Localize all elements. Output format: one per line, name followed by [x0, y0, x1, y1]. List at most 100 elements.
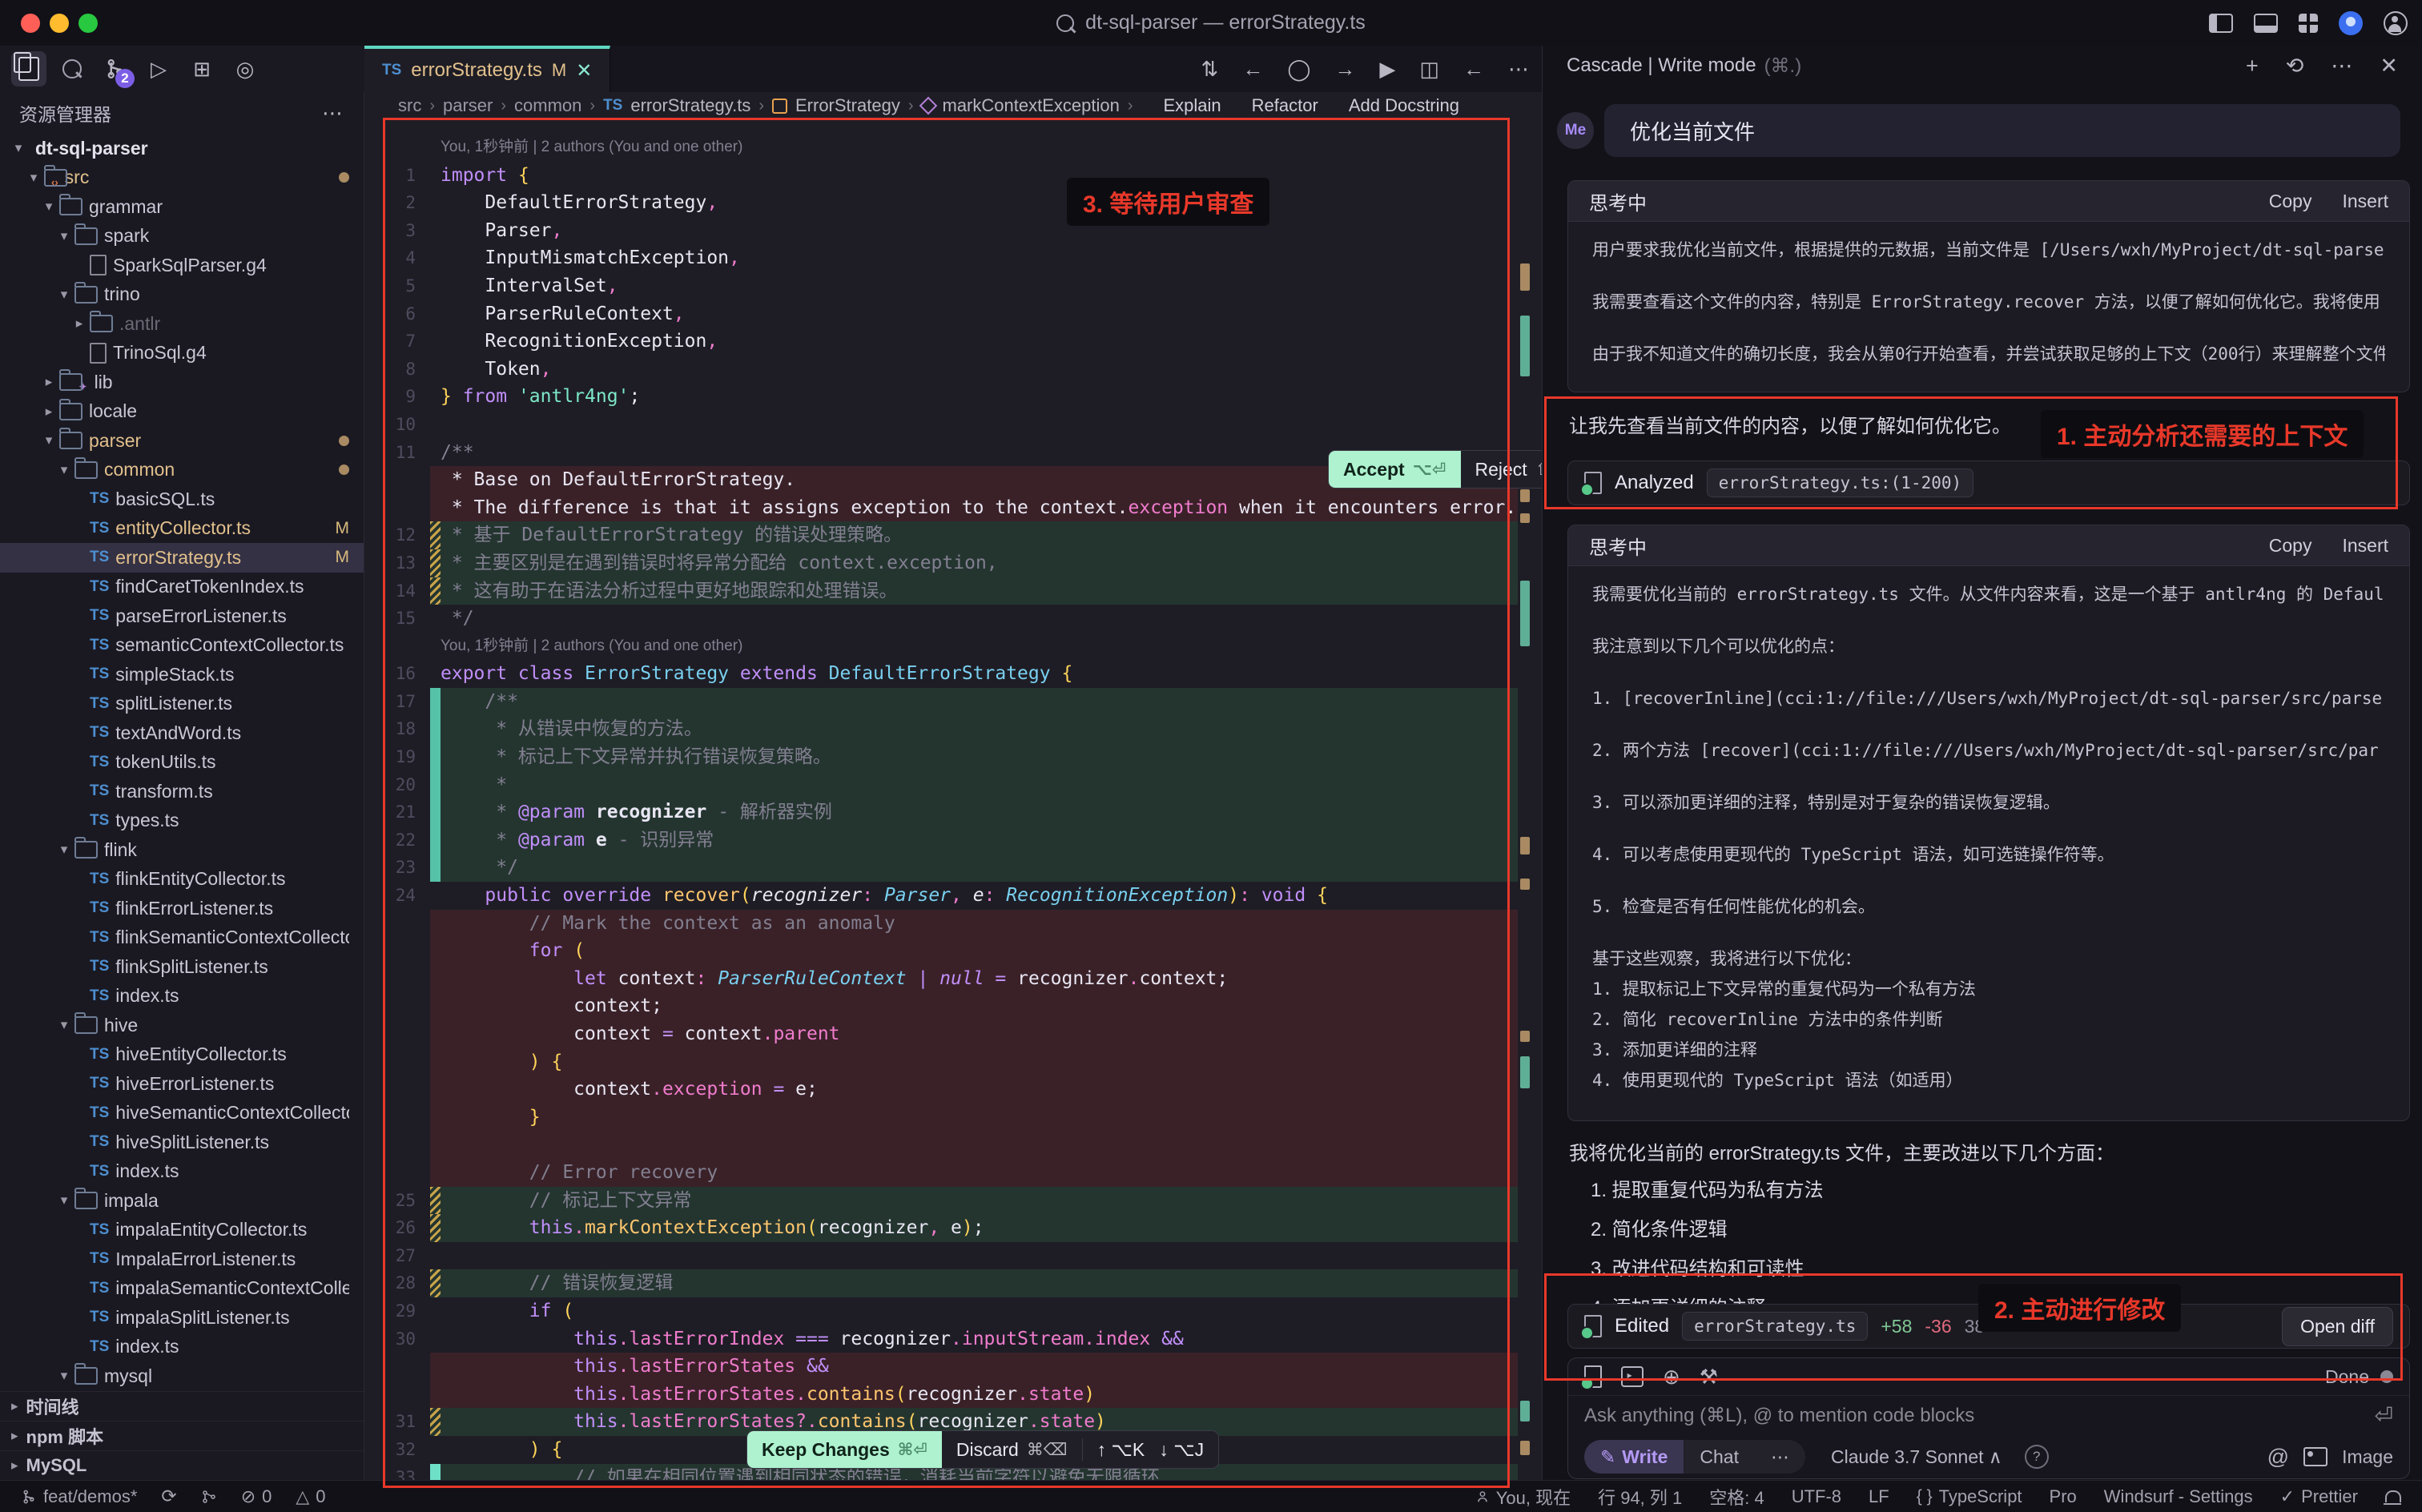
copy-button[interactable]: Copy: [2269, 535, 2312, 557]
split-editor-icon[interactable]: ◫: [1419, 57, 1439, 82]
status-item-featdemos[interactable]: feat/demos*: [21, 1486, 137, 1507]
breadcrumb-item[interactable]: ErrorStrategy: [795, 95, 900, 116]
status-item-typescript[interactable]: { }TypeScript: [1917, 1486, 2022, 1507]
history-icon[interactable]: ⟲: [2286, 54, 2304, 78]
tree-item-hive[interactable]: ▾hive: [0, 1011, 364, 1040]
tree-item-index.ts[interactable]: TSindex.ts: [0, 1333, 364, 1362]
status-item-icon[interactable]: ⟳: [161, 1486, 176, 1507]
tree-item-common[interactable]: ▾common: [0, 456, 364, 485]
tree-item-parser[interactable]: ▾parser: [0, 426, 364, 456]
source-control-icon[interactable]: 2: [98, 51, 133, 86]
image-icon[interactable]: [2303, 1447, 2327, 1466]
tree-item-flink[interactable]: ▾flink: [0, 835, 364, 865]
breadcrumb-item[interactable]: errorStrategy.ts: [630, 95, 750, 116]
tree-item-simpleStack.ts[interactable]: TSsimpleStack.ts: [0, 660, 364, 690]
mode-write-button[interactable]: ✎ Write: [1584, 1440, 1684, 1474]
tree-item-types.ts[interactable]: TStypes.ts: [0, 806, 364, 836]
status-item-0[interactable]: ⊘0: [241, 1486, 272, 1507]
cascade-input[interactable]: Ask anything (⌘L), @ to mention code blo…: [1584, 1404, 1974, 1427]
tree-item-parseErrorListener.ts[interactable]: TSparseErrorListener.ts: [0, 601, 364, 631]
more-options-icon[interactable]: ⋯: [2331, 54, 2352, 78]
attach-file-icon[interactable]: [1584, 1365, 1602, 1388]
explorer-more-icon[interactable]: ⋯: [322, 101, 344, 126]
breadcrumb-item[interactable]: common: [514, 95, 581, 116]
tree-item-impalaSemanticContextColle...[interactable]: TSimpalaSemanticContextColle...: [0, 1274, 364, 1304]
tree-item-spark[interactable]: ▾spark: [0, 222, 364, 251]
status-item-utf8[interactable]: UTF-8: [1792, 1486, 1841, 1507]
status-item-0[interactable]: △0: [296, 1486, 325, 1507]
model-selector[interactable]: Claude 3.7 Sonnet ∧: [1831, 1446, 2002, 1468]
tree-item-textAndWord.ts[interactable]: TStextAndWord.ts: [0, 718, 364, 748]
status-item-icon[interactable]: [2385, 1490, 2401, 1502]
terminal-icon[interactable]: ▸_: [1621, 1366, 1644, 1387]
tree-item-locale[interactable]: ▸locale: [0, 397, 364, 427]
analyzed-row[interactable]: Analyzed errorStrategy.ts:(1-200): [1567, 460, 2410, 505]
run-file-icon[interactable]: ▶: [1379, 57, 1395, 82]
help-icon[interactable]: ?: [2025, 1445, 2049, 1469]
status-item-icon[interactable]: [201, 1488, 217, 1506]
tree-item-mysql[interactable]: ▾mysql: [0, 1361, 364, 1391]
mode-chat-button[interactable]: Chat: [1684, 1440, 1755, 1474]
status-item-941[interactable]: 行 94, 列 1: [1598, 1484, 1682, 1510]
status-item-you[interactable]: You, 现在: [1475, 1484, 1571, 1510]
tree-item-dt-sql-parser[interactable]: ▾dt-sql-parser: [0, 134, 364, 163]
tree-item-basicSQL.ts[interactable]: TSbasicSQL.ts: [0, 485, 364, 514]
breadcrumb-item[interactable]: src: [398, 95, 421, 116]
overview-ruler[interactable]: [1519, 119, 1531, 1480]
breadcrumb-item[interactable]: parser: [443, 95, 493, 116]
account-avatar[interactable]: [2339, 11, 2363, 35]
explorer-section-1[interactable]: ▸时间线: [0, 1391, 364, 1421]
web-icon[interactable]: ⊕: [1663, 1365, 1680, 1389]
new-conversation-icon[interactable]: +: [2246, 54, 2259, 78]
analyzed-file-chip[interactable]: errorStrategy.ts:(1-200): [1707, 468, 1973, 497]
accept-button[interactable]: Accept⌥⏎: [1329, 451, 1461, 488]
tree-item-SparkSqlParser.g4[interactable]: SparkSqlParser.g4: [0, 251, 364, 280]
tree-item-grammar[interactable]: ▾grammar: [0, 192, 364, 222]
toggle-changes-icon[interactable]: ⇅: [1201, 57, 1219, 82]
remote-icon[interactable]: ◎: [227, 51, 263, 86]
status-item-windsurfsettings[interactable]: Windsurf - Settings: [2104, 1486, 2253, 1507]
tree-item-semanticContextCollector.ts[interactable]: TSsemanticContextCollector.ts: [0, 631, 364, 661]
window-title-search[interactable]: dt-sql-parser — errorStrategy.ts: [0, 0, 2422, 46]
search-sidebar-icon[interactable]: [54, 51, 90, 86]
tree-item-hiveEntityCollector.ts[interactable]: TShiveEntityCollector.ts: [0, 1040, 364, 1070]
tree-item-src[interactable]: ▾‹›src: [0, 163, 364, 193]
tree-item-hiveSplitListener.ts[interactable]: TShiveSplitListener.ts: [0, 1128, 364, 1157]
tree-item-flinkSemanticContextCollecto...[interactable]: TSflinkSemanticContextCollecto...: [0, 923, 364, 953]
toggle-panel-icon[interactable]: [2254, 14, 2278, 33]
tree-item-transform.ts[interactable]: TStransform.ts: [0, 777, 364, 806]
tree-item-splitListener.ts[interactable]: TSsplitListener.ts: [0, 690, 364, 719]
explorer-section-3[interactable]: ▸MySQL: [0, 1450, 364, 1480]
tree-item-index.ts[interactable]: TSindex.ts: [0, 982, 364, 1011]
extensions-icon[interactable]: ⊞: [184, 51, 219, 86]
tree-item-errorStrategy.ts[interactable]: TSerrorStrategy.tsM: [0, 543, 364, 573]
tree-item-impalaEntityCollector.ts[interactable]: TSimpalaEntityCollector.ts: [0, 1216, 364, 1245]
explorer-icon[interactable]: [11, 51, 46, 86]
insert-button[interactable]: Insert: [2342, 191, 2388, 212]
codelens-refactor[interactable]: Refactor: [1252, 95, 1318, 116]
codelens-add-docstring[interactable]: Add Docstring: [1349, 95, 1459, 116]
tree-item-.antlr[interactable]: ▸.antlr: [0, 309, 364, 339]
mention-icon[interactable]: @: [2267, 1445, 2289, 1470]
tree-item-flinkEntityCollector.ts[interactable]: TSflinkEntityCollector.ts: [0, 865, 364, 895]
tree-item-impala[interactable]: ▾impala: [0, 1186, 364, 1216]
discard-button[interactable]: Discard⌘⌫: [942, 1431, 1082, 1468]
tree-item-lib[interactable]: ▸✦lib: [0, 368, 364, 397]
breadcrumb-item[interactable]: markContextException: [943, 95, 1120, 116]
run-debug-icon[interactable]: ▷: [141, 51, 176, 86]
prev-diff-button[interactable]: ↑ ⌥K: [1083, 1431, 1160, 1468]
tree-item-hiveErrorListener.ts[interactable]: TShiveErrorListener.ts: [0, 1069, 364, 1099]
tree-item-ImpalaErrorListener.ts[interactable]: TSImpalaErrorListener.ts: [0, 1245, 364, 1274]
tree-item-trino[interactable]: ▾trino: [0, 280, 364, 310]
reject-button[interactable]: Reject⇧⌥⌫: [1461, 451, 1543, 488]
explorer-section-2[interactable]: ▸npm 脚本: [0, 1421, 364, 1450]
tree-item-flinkErrorListener.ts[interactable]: TSflinkErrorListener.ts: [0, 894, 364, 923]
close-panel-icon[interactable]: ✕: [2380, 54, 2398, 78]
status-item-4[interactable]: 空格: 4: [1709, 1484, 1764, 1510]
profile-icon[interactable]: [2384, 11, 2408, 35]
tree-item-findCaretTokenIndex.ts[interactable]: TSfindCaretTokenIndex.ts: [0, 573, 364, 602]
toggle-sidebar-icon[interactable]: [2209, 14, 2233, 33]
tree-item-impalaSplitListener.ts[interactable]: TSimpalaSplitListener.ts: [0, 1303, 364, 1333]
more-actions-icon[interactable]: ⋯: [1508, 57, 1529, 82]
insert-button[interactable]: Insert: [2342, 535, 2388, 557]
